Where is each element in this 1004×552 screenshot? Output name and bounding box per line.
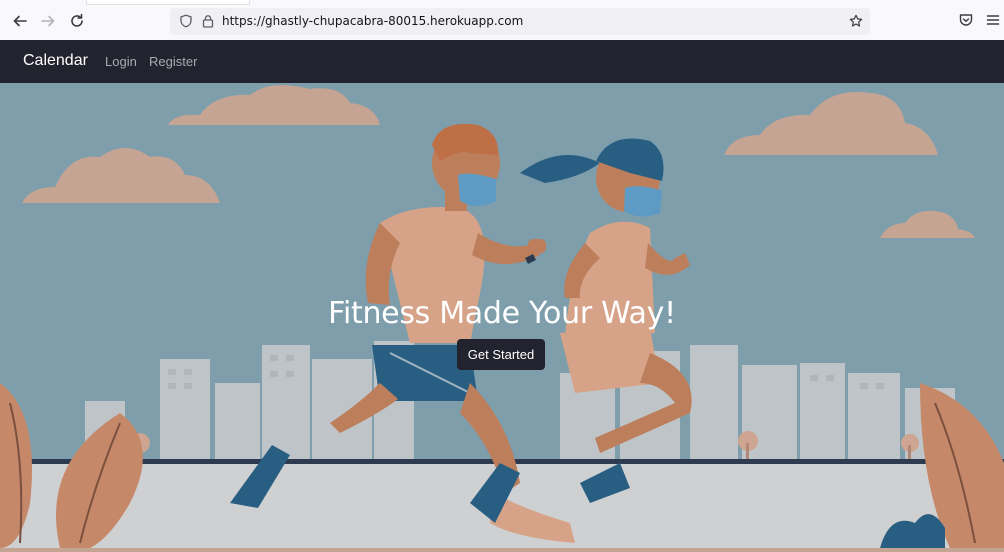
- browser-toolbar: https://ghastly-chupacabra-80015.herokua…: [0, 0, 1004, 41]
- hero-headline: Fitness Made Your Way!: [328, 296, 676, 331]
- app-navbar: Calendar Login Register: [0, 40, 1004, 83]
- url-text[interactable]: https://ghastly-chupacabra-80015.herokua…: [222, 14, 523, 28]
- hamburger-menu-icon[interactable]: [985, 12, 1001, 28]
- forward-button[interactable]: [39, 12, 57, 30]
- hero-section: Fitness Made Your Way! Get Started: [0, 83, 1004, 548]
- pocket-icon[interactable]: [958, 12, 974, 28]
- brand-link[interactable]: Calendar: [23, 52, 88, 70]
- back-button[interactable]: [11, 12, 29, 30]
- lock-icon[interactable]: [201, 14, 215, 28]
- nav-link-register[interactable]: Register: [149, 54, 197, 69]
- active-tab[interactable]: [86, 0, 250, 5]
- get-started-button[interactable]: Get Started: [457, 339, 545, 370]
- arrow-right-icon: [41, 15, 55, 27]
- reload-button[interactable]: [68, 12, 86, 30]
- star-icon[interactable]: [849, 14, 863, 28]
- arrow-left-icon: [13, 15, 27, 27]
- nav-link-login[interactable]: Login: [105, 54, 137, 69]
- shield-icon[interactable]: [179, 14, 193, 28]
- address-bar[interactable]: https://ghastly-chupacabra-80015.herokua…: [170, 8, 870, 35]
- reload-icon: [71, 13, 83, 27]
- page-bottom-edge: [0, 548, 1004, 552]
